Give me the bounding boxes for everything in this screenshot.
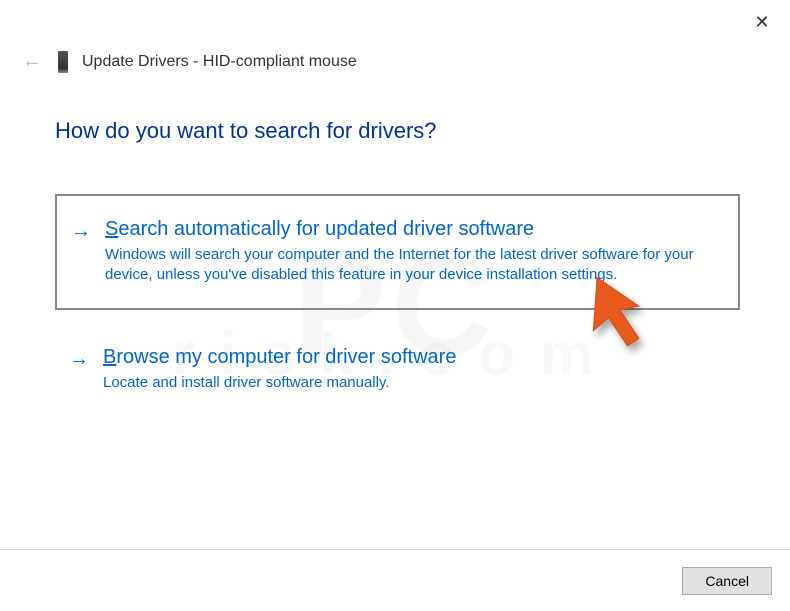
window-title: Update Drivers - HID-compliant mouse: [82, 53, 357, 71]
option-description: Locate and install driver software manua…: [103, 373, 722, 393]
close-icon: ✕: [754, 12, 769, 33]
dialog-footer: Cancel: [0, 549, 790, 611]
option-description: Windows will search your computer and th…: [105, 245, 720, 286]
search-automatically-option[interactable]: → Search automatically for updated drive…: [55, 194, 740, 310]
page-heading: How do you want to search for drivers?: [0, 73, 790, 144]
close-button[interactable]: ✕: [752, 12, 772, 32]
arrow-right-icon: →: [69, 346, 89, 393]
option-title: Search automatically for updated driver …: [105, 218, 720, 241]
window-header: ← Update Drivers - HID-compliant mouse: [0, 0, 790, 73]
option-title: Browse my computer for driver software: [103, 346, 722, 369]
browse-my-computer-option[interactable]: → Browse my computer for driver software…: [55, 324, 740, 415]
back-arrow-icon: ←: [20, 50, 44, 73]
arrow-right-icon: →: [71, 218, 91, 286]
cancel-button[interactable]: Cancel: [682, 567, 772, 595]
device-icon: [58, 51, 68, 73]
